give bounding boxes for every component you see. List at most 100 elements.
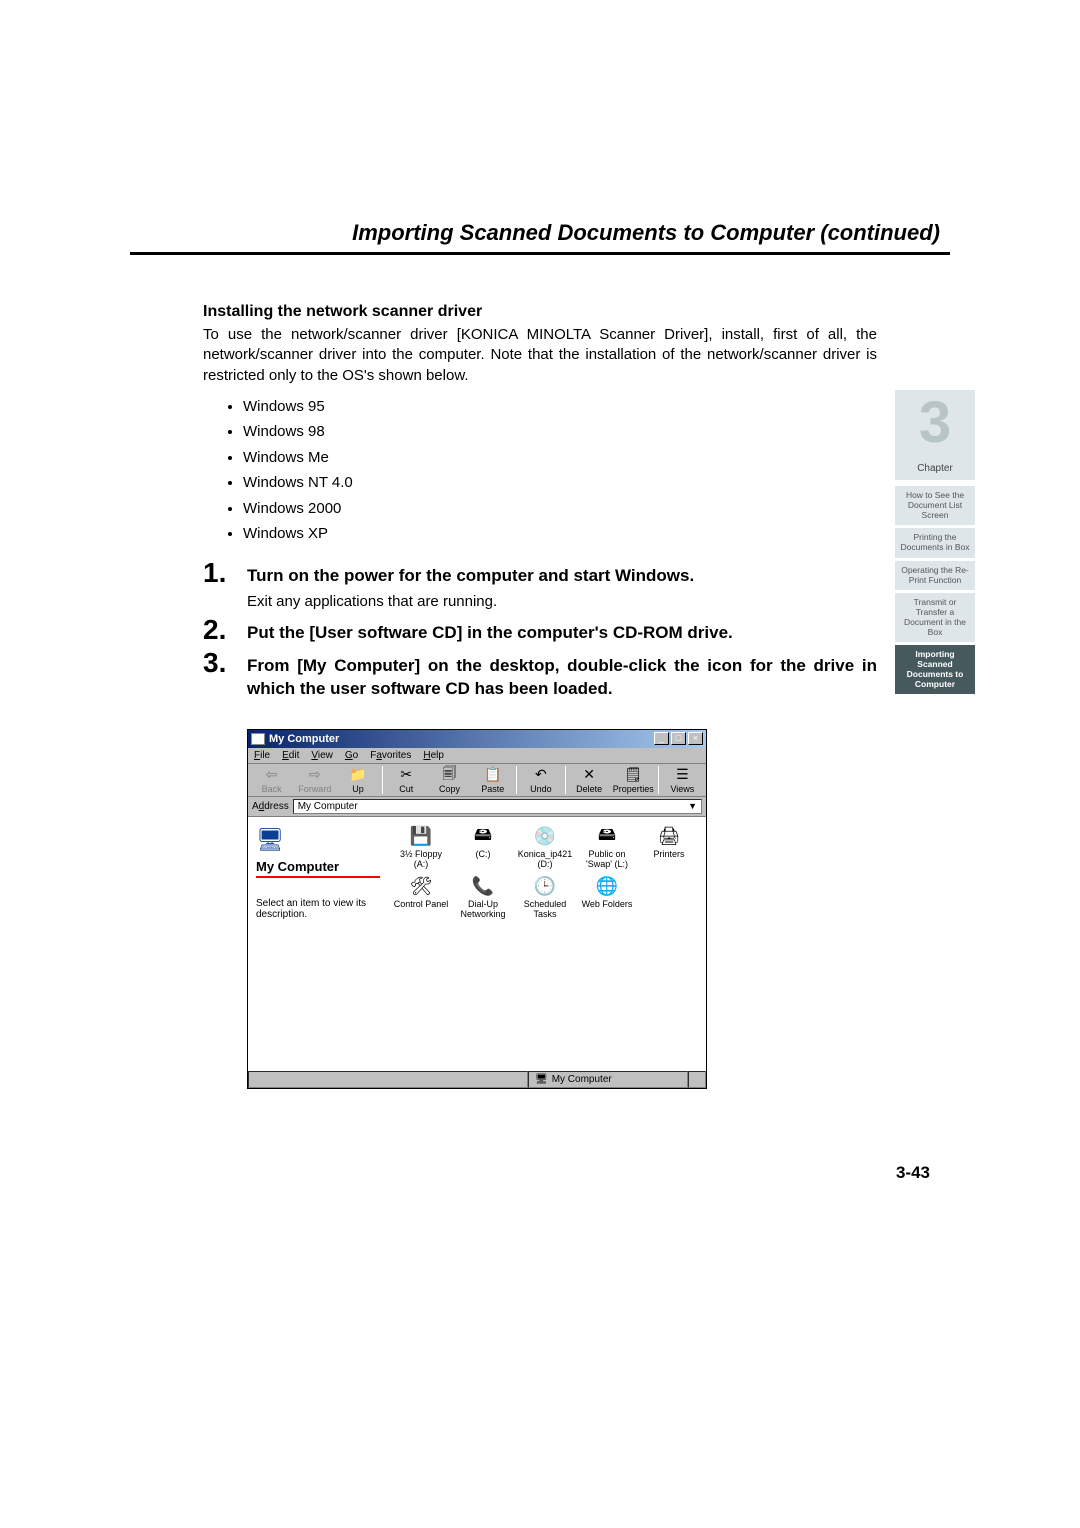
back-icon: ⇦ [262,766,282,784]
os-item: Windows 95 [243,394,877,420]
titlebar: My Computer _ □ × [248,730,706,748]
up-icon: 📁 [348,766,368,784]
os-item: Windows NT 4.0 [243,470,877,496]
side-title: My Computer [256,859,380,878]
undo-icon: ↶ [531,766,551,784]
nav-tab-3[interactable]: Transmit or Transfer a Document in the B… [895,593,975,642]
cut-icon: ✂ [396,766,416,784]
chapter-nav: 3 Chapter How to See the Document List S… [895,390,975,697]
tasks-icon: 🕒 [531,875,559,899]
chapter-label: Chapter [917,463,953,474]
dialup-icon: 📞 [469,875,497,899]
os-item: Windows 98 [243,419,877,445]
forward-icon: ⇨ [305,766,325,784]
drive-cd[interactable]: 💿Konica_ip421 (D:) [516,825,574,869]
tb-delete[interactable]: ✕Delete [570,766,609,794]
cd-icon: 💿 [531,825,559,849]
tb-undo[interactable]: ↶Undo [521,766,560,794]
statusbar: 🖥 My Computer [248,1070,706,1088]
printers-folder[interactable]: 🖨Printers [640,825,698,869]
maximize-button[interactable]: □ [671,732,686,745]
minimize-button[interactable]: _ [654,732,669,745]
screenshot: My Computer _ □ × File Edit View Go Favo… [247,729,877,1089]
status-left [248,1071,528,1088]
toolbar-separator [658,766,659,794]
address-value: My Computer [298,801,358,812]
window-icon [251,733,265,745]
properties-icon: 🗒 [623,766,643,784]
status-mid: 🖥 My Computer [528,1071,688,1088]
paste-icon: 📋 [483,766,503,784]
os-item: Windows 2000 [243,496,877,522]
icon-pane: 💾3½ Floppy (A:) 🖴(C:) 💿Konica_ip421 (D:)… [388,817,706,1070]
chapter-indicator: 3 Chapter [895,390,975,480]
os-list: Windows 95 Windows 98 Windows Me Windows… [243,394,877,547]
nav-tab-4[interactable]: Importing Scanned Documents to Computer [895,645,975,694]
netdrive-icon: 🖴 [593,825,621,849]
page-number: 3-43 [896,1163,930,1183]
dialup-networking[interactable]: 📞Dial-Up Networking [454,875,512,919]
section-title: Importing Scanned Documents to Computer … [130,220,950,252]
menu-view[interactable]: View [311,750,333,761]
drive-network[interactable]: 🖴Public on 'Swap' (L:) [578,825,636,869]
step-note: Exit any applications that are running. [247,592,877,612]
menu-file[interactable]: File [254,750,270,761]
my-computer-window: My Computer _ □ × File Edit View Go Favo… [247,729,707,1089]
drive-c[interactable]: 🖴(C:) [454,825,512,869]
intro-paragraph: To use the network/scanner driver [KONIC… [203,325,877,386]
tb-properties[interactable]: 🗒Properties [613,766,654,794]
address-label: Address [252,801,289,812]
nav-tab-0[interactable]: How to See the Document List Screen [895,486,975,525]
computer-icon: 🖥 [256,827,380,853]
step-title: From [My Computer] on the desktop, doubl… [247,655,877,701]
tb-forward[interactable]: ⇨Forward [295,766,334,794]
web-folders[interactable]: 🌐Web Folders [578,875,636,919]
toolbar-separator [565,766,566,794]
toolbar: ⇦Back ⇨Forward 📁Up ✂Cut 🗐Copy 📋Paste ↶Un… [248,764,706,797]
tb-paste[interactable]: 📋Paste [473,766,512,794]
printer-icon: 🖨 [655,825,683,849]
nav-tab-2[interactable]: Operating the Re-Print Function [895,561,975,591]
toolbar-separator [516,766,517,794]
step-3: From [My Computer] on the desktop, doubl… [203,655,877,701]
close-button[interactable]: × [688,732,703,745]
tb-views[interactable]: ☰Views [663,766,702,794]
control-panel[interactable]: 🛠Control Panel [392,875,450,919]
tb-back[interactable]: ⇦Back [252,766,291,794]
menu-favorites[interactable]: Favorites [370,750,411,761]
menu-help[interactable]: Help [423,750,444,761]
step-title: Put the [User software CD] in the comput… [247,622,877,645]
tb-up[interactable]: 📁Up [338,766,377,794]
scheduled-tasks[interactable]: 🕒Scheduled Tasks [516,875,574,919]
step-2: Put the [User software CD] in the comput… [203,622,877,645]
copy-icon: 🗐 [439,766,459,784]
toolbar-separator [382,766,383,794]
hdd-icon: 🖴 [469,825,497,849]
step-1: Turn on the power for the computer and s… [203,565,877,612]
floppy-icon: 💾 [407,825,435,849]
menubar: File Edit View Go Favorites Help [248,748,706,764]
address-bar: Address My Computer ▼ [248,797,706,817]
address-input[interactable]: My Computer ▼ [293,799,702,814]
tb-cut[interactable]: ✂Cut [387,766,426,794]
steps-list: Turn on the power for the computer and s… [203,565,877,701]
cpanel-icon: 🛠 [407,875,435,899]
nav-tab-1[interactable]: Printing the Documents in Box [895,528,975,558]
step-title: Turn on the power for the computer and s… [247,565,877,588]
menu-edit[interactable]: Edit [282,750,299,761]
side-hint: Select an item to view its description. [256,898,380,920]
subheading: Installing the network scanner driver [203,303,877,321]
drive-floppy[interactable]: 💾3½ Floppy (A:) [392,825,450,869]
chapter-number: 3 [895,394,975,452]
os-item: Windows Me [243,445,877,471]
webfolders-icon: 🌐 [593,875,621,899]
delete-icon: ✕ [579,766,599,784]
resize-grip[interactable] [688,1071,706,1088]
title-rule [130,252,950,255]
dropdown-icon[interactable]: ▼ [688,801,697,811]
views-icon: ☰ [672,766,692,784]
menu-go[interactable]: Go [345,750,358,761]
os-item: Windows XP [243,521,877,547]
window-title: My Computer [269,733,339,745]
tb-copy[interactable]: 🗐Copy [430,766,469,794]
